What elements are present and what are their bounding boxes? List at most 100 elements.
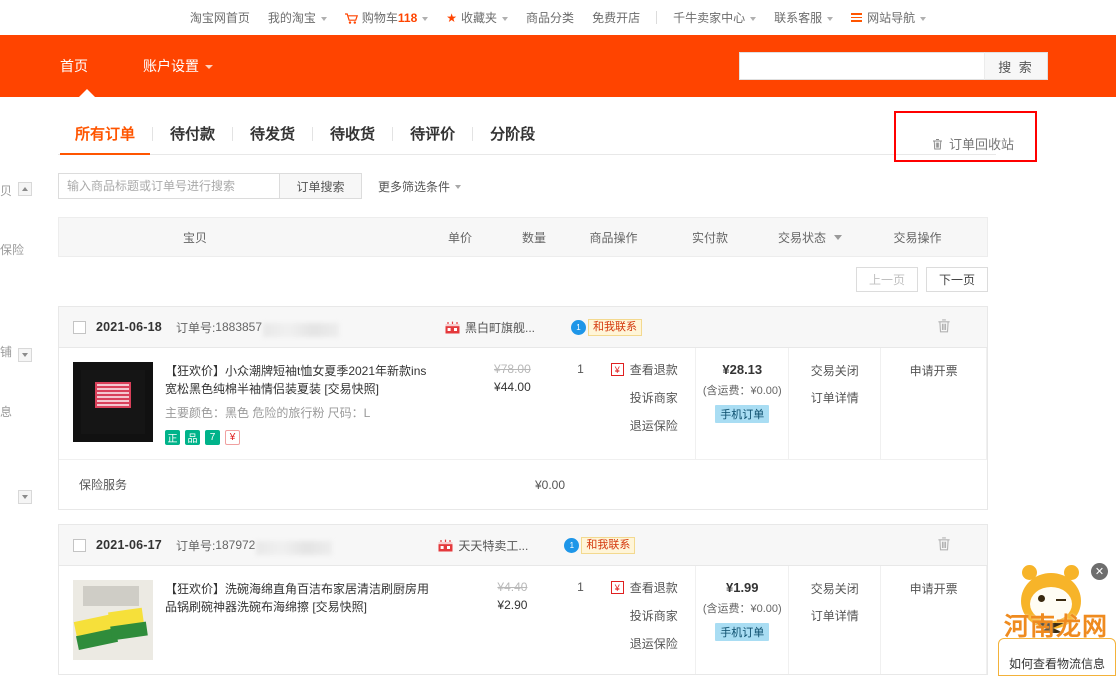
- sidebar-fragment-2: 保险: [0, 243, 25, 257]
- tab-all-orders[interactable]: 所有订单: [58, 123, 152, 155]
- product-thumbnail[interactable]: [73, 362, 153, 442]
- pagination: 上一页 下一页: [58, 267, 988, 292]
- complain-seller-link[interactable]: 投诉商家: [630, 607, 696, 624]
- order-recycle-bin-button[interactable]: 订单回收站: [932, 134, 1014, 153]
- order-status-cell: 交易关闭 订单详情: [789, 566, 882, 674]
- badge-genuine-icon: 正: [165, 430, 180, 445]
- return-shipping-insurance-link[interactable]: 退运保险: [630, 417, 696, 434]
- shop-icon: [438, 539, 453, 552]
- chevron-down-icon: [750, 16, 757, 21]
- topnav-item-site-nav[interactable]: 网站导航: [842, 0, 935, 35]
- shipping-fee-note: (含运费：¥0.00): [702, 385, 782, 397]
- sidebar-collapse-up-button[interactable]: [18, 182, 32, 196]
- topnav-item-cart[interactable]: 购物车 118: [336, 0, 437, 35]
- view-refund-link[interactable]: ¥ 查看退款: [610, 579, 696, 596]
- topnav-label: 联系客服: [774, 11, 823, 25]
- shop-link[interactable]: 黑白町旗舰...: [445, 319, 535, 336]
- search-input[interactable]: [739, 52, 984, 80]
- delete-order-icon[interactable]: [937, 536, 951, 555]
- order-header: 2021-06-17 订单号: 187972 天天特卖工... 1 和我联系: [59, 525, 987, 566]
- order-price-cell: ¥78.00 ¥44.00: [475, 348, 550, 459]
- transaction-status: 交易关闭: [810, 364, 859, 378]
- column-header-status[interactable]: 交易状态: [760, 229, 860, 246]
- order-date: 2021-06-17: [96, 538, 162, 552]
- recycle-bin-wrapper: 订单回收站: [893, 111, 1037, 162]
- complain-seller-link[interactable]: 投诉商家: [630, 389, 696, 406]
- product-title[interactable]: 【狂欢价】小众潮牌短袖t恤女夏季2021年新款ins宽松黑色纯棉半袖情侣装夏装 …: [165, 362, 435, 398]
- product-title[interactable]: 【狂欢价】洗碗海绵直角百洁布家居清洁刷厨房用品锅刷碗神器洗碗布海绵擦 [交易快照…: [165, 580, 435, 616]
- tab-awaiting-payment[interactable]: 待付款: [153, 123, 232, 155]
- topnav-item-free-shop[interactable]: 免费开店: [583, 0, 649, 35]
- tab-label: 分阶段: [490, 126, 536, 143]
- quantity-value: 1: [577, 362, 584, 376]
- refund-icon: ¥: [610, 581, 624, 594]
- transaction-status: 交易关闭: [810, 582, 859, 596]
- sidebar-collapse-down-button-1[interactable]: [18, 348, 32, 362]
- topnav-item-categories[interactable]: 商品分类: [517, 0, 583, 35]
- topnav-divider: [656, 11, 658, 24]
- product-attributes: 主要颜色：黑色 危险的旅行粉 尺码：L: [165, 406, 371, 420]
- header-nav-label: 账户设置: [143, 58, 199, 74]
- paid-amount: ¥1.99: [725, 580, 759, 595]
- topnav-item-favorites[interactable]: ★ 收藏夹: [437, 0, 517, 35]
- topnav-item-taobao-home[interactable]: 淘宝网首页: [181, 0, 259, 35]
- insurance-service-value: ¥0.00: [534, 477, 566, 492]
- chevron-down-icon: [422, 16, 429, 21]
- badge-quality-icon: 品: [185, 430, 200, 445]
- order-details-link[interactable]: 订单详情: [789, 607, 880, 624]
- next-page-button[interactable]: 下一页: [926, 267, 988, 292]
- request-invoice-link[interactable]: 申请开票: [881, 580, 986, 597]
- return-shipping-insurance-link[interactable]: 退运保险: [630, 635, 696, 652]
- sidebar-collapse-down-button-2[interactable]: [18, 490, 32, 504]
- topnav-label: 淘宝网首页: [189, 11, 250, 25]
- order-number: 1883857: [215, 320, 263, 334]
- column-header-status-label: 交易状态: [777, 230, 826, 245]
- recycle-bin-label: 订单回收站: [948, 137, 1014, 152]
- order-quantity-cell: 1: [550, 566, 611, 674]
- complain-seller-label: 投诉商家: [629, 391, 678, 405]
- close-icon[interactable]: ✕: [1091, 563, 1108, 580]
- quantity-value: 1: [577, 580, 584, 594]
- more-filters-label: 更多筛选条件: [378, 179, 451, 194]
- shop-link[interactable]: 天天特卖工...: [438, 537, 528, 554]
- tab-awaiting-review[interactable]: 待评价: [393, 123, 472, 155]
- header-nav-account-settings[interactable]: 账户设置: [143, 56, 213, 76]
- contact-seller-button[interactable]: 1 和我联系: [571, 318, 643, 336]
- chevron-down-icon: [920, 16, 927, 21]
- sidebar-partial: 贝 保险 铺 息: [0, 103, 42, 676]
- order-footer: 保险服务 ¥0.00: [59, 459, 987, 509]
- search-button[interactable]: 搜 索: [984, 52, 1048, 80]
- column-header-paid: 实付款: [691, 230, 728, 245]
- order-paid-cell: ¥28.13 (含运费：¥0.00) 手机订单: [696, 348, 790, 459]
- header-nav-home[interactable]: 首页: [60, 56, 88, 76]
- tab-awaiting-receipt[interactable]: 待收货: [313, 123, 392, 155]
- tab-awaiting-shipment[interactable]: 待发货: [233, 123, 312, 155]
- chat-icon: 1: [571, 319, 587, 335]
- trash-icon: [932, 138, 943, 150]
- chat-bubble[interactable]: 如何查看物流信息: [998, 638, 1116, 676]
- topnav-item-seller-center[interactable]: 千牛卖家中心: [664, 0, 765, 35]
- chevron-down-icon: [205, 65, 213, 69]
- view-refund-link[interactable]: ¥ 查看退款: [610, 361, 696, 378]
- contact-seller-button[interactable]: 1 和我联系: [564, 536, 636, 554]
- product-badges: 正 品 7 ¥: [165, 430, 435, 445]
- more-filters-button[interactable]: 更多筛选条件: [378, 178, 462, 195]
- order-card: 2021-06-18 订单号: 1883857 黑白町旗舰... 1 和我联系: [58, 306, 988, 510]
- order-checkbox[interactable]: [73, 538, 86, 552]
- request-invoice-link[interactable]: 申请开票: [881, 362, 986, 379]
- order-search-input[interactable]: [58, 173, 280, 199]
- original-price: ¥78.00: [494, 362, 531, 376]
- tab-staged[interactable]: 分阶段: [473, 123, 552, 155]
- topnav-label: 网站导航: [867, 11, 916, 25]
- product-thumbnail[interactable]: [73, 580, 153, 660]
- delete-order-icon[interactable]: [937, 318, 951, 337]
- triangle-down-icon: [22, 353, 28, 357]
- topnav-label: 我的淘宝: [267, 11, 316, 25]
- order-details-link[interactable]: 订单详情: [789, 389, 880, 406]
- topnav-item-my-taobao[interactable]: 我的淘宝: [259, 0, 336, 35]
- order-checkbox[interactable]: [73, 320, 86, 334]
- topnav-item-customer-service[interactable]: 联系客服: [765, 0, 842, 35]
- prev-page-button[interactable]: 上一页: [856, 267, 918, 292]
- order-search-button[interactable]: 订单搜索: [280, 173, 362, 199]
- insurance-service-label: 保险服务: [79, 478, 128, 492]
